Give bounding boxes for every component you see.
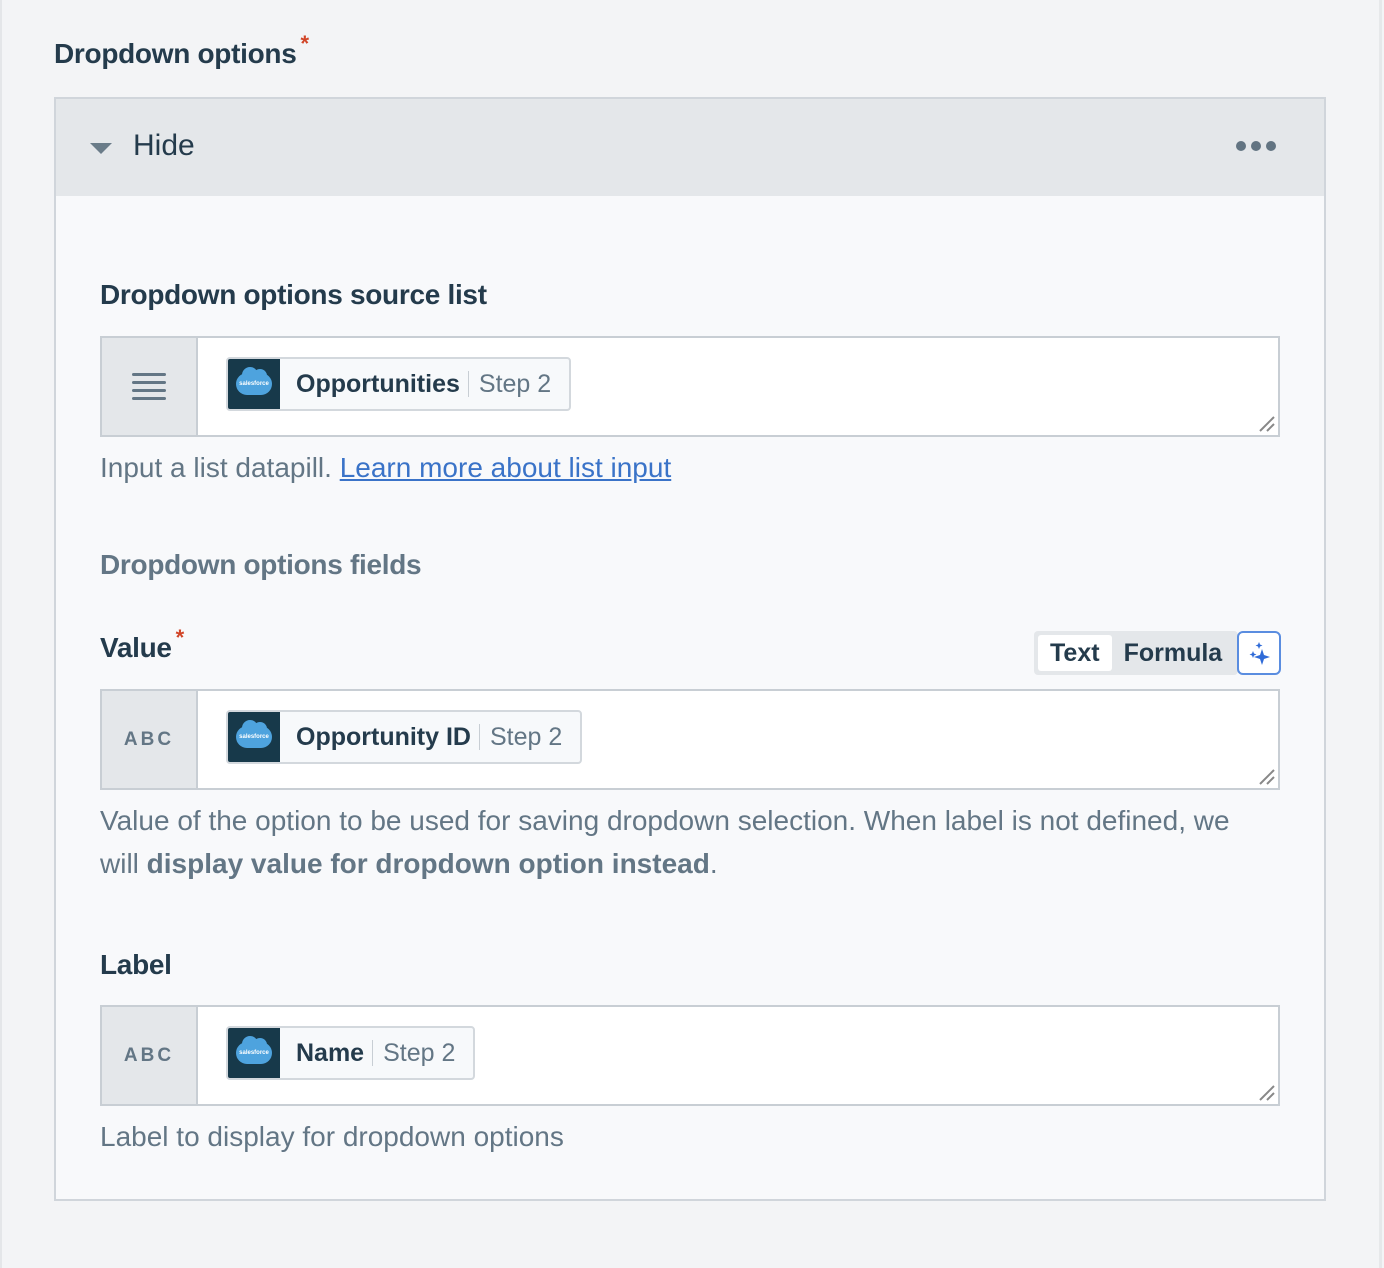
dropdown-options-panel: Hide Dropdown options source list salesf… <box>54 97 1326 1201</box>
hint-text: Input a list datapill. <box>100 452 332 483</box>
dot-icon <box>1236 141 1246 151</box>
abc-icon: ABC <box>123 1044 175 1066</box>
datapill-opportunities[interactable]: salesforce Opportunities Step 2 <box>226 357 572 411</box>
datapill-step: Step 2 <box>383 1038 456 1067</box>
value-input[interactable]: ABC salesforce Opportunity ID Step 2 <box>100 689 1280 790</box>
section-title: Dropdown options * <box>54 31 309 70</box>
source-list-hint: Input a list datapill. Learn more about … <box>100 446 671 489</box>
required-asterisk: * <box>175 625 185 650</box>
resize-handle-icon[interactable] <box>1256 1082 1276 1102</box>
salesforce-logo-icon: salesforce <box>228 712 280 762</box>
value-label-text: Value <box>100 632 172 663</box>
text-type-indicator: ABC <box>102 1007 198 1104</box>
resize-handle-icon[interactable] <box>1256 413 1276 433</box>
label-field-label: Label <box>100 949 172 980</box>
value-hint-line2: will ​display value for dropdown option … <box>100 848 718 879</box>
salesforce-logo-icon: salesforce <box>228 359 280 409</box>
value-label: Value * <box>100 625 184 664</box>
required-asterisk: * <box>300 31 309 56</box>
datapill-name: Opportunity ID <box>296 722 471 751</box>
text-type-indicator: ABC <box>102 691 198 788</box>
abc-icon: ABC <box>123 728 175 750</box>
sparkles-icon <box>1249 642 1270 665</box>
datapill-name-text: Name <box>296 1038 365 1067</box>
list-type-indicator <box>102 338 198 435</box>
learn-more-link[interactable]: Learn more about list input <box>340 452 672 483</box>
more-options-button[interactable] <box>1236 141 1276 151</box>
dot-icon <box>1266 141 1276 151</box>
value-hint-bold: display value for dropdown option instea… <box>146 848 710 879</box>
label-input[interactable]: ABC salesforce Name Step 2 <box>100 1005 1280 1106</box>
source-list-label: Dropdown options source list <box>100 279 487 310</box>
source-list-input[interactable]: salesforce Opportunities Step 2 <box>100 336 1280 437</box>
mode-toggle: Text Formula <box>1034 631 1239 675</box>
scrollbar-track[interactable] <box>1379 0 1382 1268</box>
caret-down-icon[interactable] <box>90 143 112 154</box>
value-hint: Value of the option to be used for savin… <box>100 799 1230 885</box>
hide-toggle[interactable]: Hide <box>133 129 195 163</box>
fields-heading: Dropdown options fields <box>100 549 422 580</box>
datapill-name: Opportunities <box>296 369 460 398</box>
left-border <box>0 0 2 1268</box>
mode-text-tab[interactable]: Text <box>1038 635 1112 671</box>
datapill-step: Step 2 <box>489 722 563 751</box>
resize-handle-icon[interactable] <box>1256 766 1276 786</box>
panel-header[interactable]: Hide <box>56 99 1324 196</box>
section-title-text: Dropdown options <box>54 38 297 69</box>
list-icon <box>132 373 166 400</box>
datapill-opportunity-id[interactable]: salesforce Opportunity ID Step 2 <box>226 710 583 764</box>
value-hint-line1: Value of the option to be used for savin… <box>100 805 1230 836</box>
mode-formula-tab[interactable]: Formula <box>1112 635 1235 671</box>
ai-assist-button[interactable] <box>1237 631 1281 675</box>
dot-icon <box>1251 141 1261 151</box>
salesforce-logo-icon: salesforce <box>228 1028 280 1078</box>
label-hint: Label to display for dropdown options <box>100 1121 564 1152</box>
datapill-name[interactable]: salesforce Name Step 2 <box>226 1026 476 1080</box>
datapill-step: Step 2 <box>478 369 552 398</box>
